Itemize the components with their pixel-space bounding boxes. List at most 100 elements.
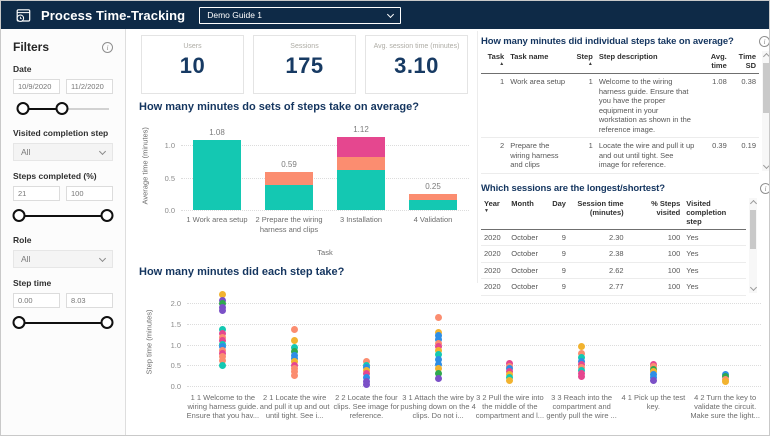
table-row[interactable]: 2020 October 9 2.62 100 Yes (481, 262, 746, 279)
y-tick-label: 1.5 (170, 319, 181, 329)
scrollbar-thumb[interactable] (763, 63, 769, 114)
slider-handle-max[interactable] (55, 102, 69, 115)
scrollbar[interactable] (749, 197, 757, 293)
bar-segment[interactable] (265, 171, 313, 185)
slider-handle-max[interactable] (100, 209, 114, 222)
kpi-label: Avg. session time (minutes) (373, 43, 460, 50)
column-header[interactable]: Month (508, 196, 548, 230)
column-header[interactable]: Session time (minutes) (568, 196, 627, 230)
app-header: Process Time-Tracking Demo Guide 1 (1, 1, 769, 29)
scatter-dot[interactable] (219, 306, 227, 314)
steps-completed-filter-label: Steps completed (%) (13, 171, 97, 181)
slider-handle-min[interactable] (12, 209, 26, 222)
table-cell: 1.08 (698, 73, 730, 138)
sort-ascending-icon: ▲ (587, 61, 593, 67)
info-icon[interactable]: i (102, 41, 113, 53)
scatter-dot[interactable] (578, 373, 586, 381)
column-header[interactable]: % Steps visited (626, 196, 684, 230)
sessions-table-wrap: Year ▼ Month Day Session time (minutes)% Ste… (481, 196, 769, 296)
table-cell: 2020 (481, 229, 509, 246)
role-dropdown[interactable]: All (13, 250, 113, 268)
y-tick-label: 2.0 (170, 299, 181, 308)
kpi-card-avg-session-time: Avg. session time (minutes) 3.10 (365, 35, 468, 94)
visited-dropdown-value: All (21, 147, 31, 157)
scatter-dot[interactable] (291, 371, 299, 379)
steps-table-wrap: Task ▲ Task name Step ▲ Step description Avg. … (481, 50, 769, 174)
bar-segment[interactable] (337, 157, 385, 170)
visited-completion-dropdown[interactable]: All (13, 143, 113, 161)
bar-segment[interactable] (409, 193, 457, 201)
scatter-dot[interactable] (506, 377, 514, 385)
guide-selector-dropdown[interactable]: Demo Guide 1 (199, 6, 402, 24)
slider-handle-max[interactable] (100, 316, 114, 329)
step-time-max-input[interactable] (66, 293, 113, 308)
column-header[interactable]: Task name (507, 50, 572, 74)
steps-completed-min-input[interactable] (13, 186, 60, 201)
scatter-dot[interactable] (434, 375, 442, 383)
x-category-label: 4 1 Pick up the test key. (621, 393, 686, 411)
x-category-label: 1 Work area setup (186, 215, 248, 224)
bar-segment[interactable] (193, 139, 241, 210)
role-dropdown-value: All (21, 254, 31, 264)
bar-segment[interactable] (265, 184, 313, 210)
steps-completed-max-input[interactable] (66, 186, 113, 201)
table-row[interactable]: 2 Prepare the wiring harness and clips 1 Lo… (481, 137, 759, 174)
scatter-dot[interactable] (219, 361, 227, 369)
scatter-dot[interactable] (578, 343, 586, 351)
time-tracking-logo-icon (16, 8, 31, 22)
table-row[interactable]: 2020 October 9 2.38 100 Yes (481, 245, 746, 263)
scatter-dot[interactable] (434, 314, 442, 322)
column-header[interactable]: Year ▼ (481, 196, 509, 230)
scatter-dot[interactable] (721, 378, 729, 386)
table-cell: Yes (683, 278, 746, 296)
scroll-down-icon[interactable] (749, 283, 757, 291)
table-cell: October (508, 245, 548, 263)
table-cell: 2.62 (568, 262, 627, 279)
table-cell: 2020 (481, 245, 509, 263)
table-cell: 100 (626, 229, 684, 246)
column-header[interactable]: Day (547, 196, 569, 230)
column-header[interactable]: Step description (595, 50, 699, 74)
scroll-up-icon[interactable] (762, 52, 769, 61)
date-from-input[interactable] (13, 79, 60, 94)
scatter-dot[interactable] (362, 381, 370, 389)
slider-selected-range[interactable] (18, 322, 108, 324)
scrollbar-thumb[interactable] (750, 209, 756, 250)
bar-total-label: 0.59 (281, 159, 297, 169)
column-header[interactable]: Step ▲ (571, 50, 596, 74)
slider-handle-min[interactable] (16, 102, 30, 115)
table-cell: Work area setup (507, 73, 572, 138)
slider-handle-min[interactable] (12, 316, 26, 329)
column-header[interactable]: Avg. time (698, 50, 730, 74)
table-row[interactable]: 2020 October 9 2.30 100 Yes (481, 229, 746, 246)
column-header[interactable]: Time SD (729, 50, 759, 74)
x-category-label: 3 1 Attach the wire by pushing down on t… (400, 393, 476, 420)
y-tick-label: 0.0 (164, 206, 175, 215)
x-category-label: 3 3 Reach into the compartment and gentl… (546, 393, 617, 420)
scatter-dot[interactable] (649, 376, 657, 384)
info-icon[interactable]: i (759, 36, 769, 47)
avg-minutes-per-task-bar-chart: How many minutes do sets of steps take o… (139, 101, 475, 285)
scroll-down-icon[interactable] (762, 161, 769, 169)
info-icon[interactable]: i (760, 182, 769, 194)
sessions-table-title: Which sessions are the longest/shortest? (481, 182, 665, 194)
bar-segment[interactable] (337, 137, 385, 158)
table-row[interactable]: 1 Work area setup 1 Welcome to the wiring h… (481, 73, 759, 138)
slider-selected-range[interactable] (18, 215, 108, 217)
visited-filter-label: Visited completion step (13, 128, 109, 138)
bar-total-label: 1.12 (353, 125, 369, 135)
bar-segment[interactable] (337, 169, 385, 210)
bar-segment[interactable] (409, 200, 457, 210)
scatter-dot[interactable] (291, 336, 299, 344)
sessions-table: Year ▼ Month Day Session time (minutes)% Ste… (481, 196, 746, 296)
scrollbar[interactable] (762, 51, 769, 171)
column-header[interactable]: Task ▲ (481, 50, 508, 74)
column-header[interactable]: Visited completion step (683, 196, 746, 230)
scroll-up-icon[interactable] (749, 199, 757, 207)
date-to-input[interactable] (66, 79, 113, 94)
table-cell: 9 (547, 245, 569, 263)
step-time-min-input[interactable] (13, 293, 60, 308)
scatter-dot[interactable] (291, 325, 299, 333)
table-row[interactable]: 2020 October 9 2.77 100 Yes (481, 278, 746, 296)
y-tick-label: 0.0 (170, 382, 181, 391)
